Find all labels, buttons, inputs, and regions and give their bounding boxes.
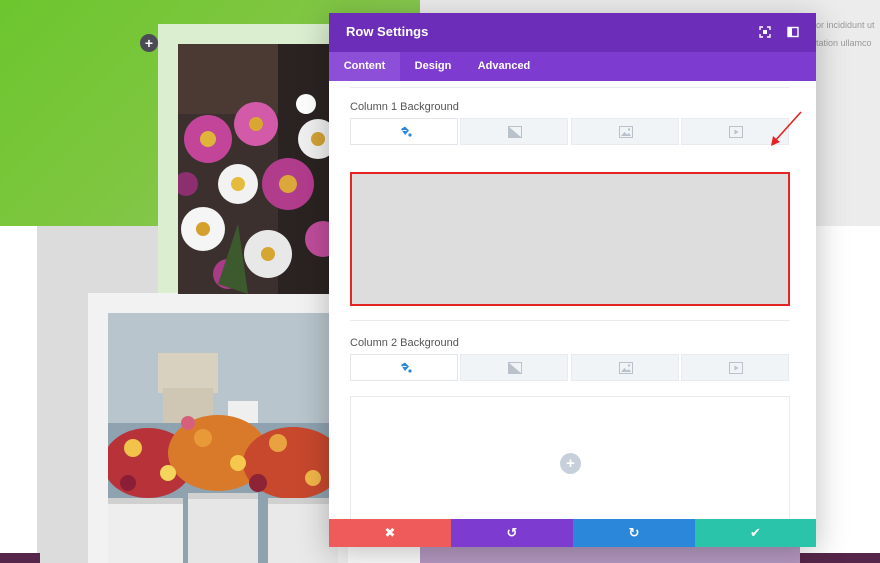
body-text-line: or incididunt ut — [816, 20, 875, 30]
modal-footer: ✖ ↺ ↻ ✔ — [329, 519, 816, 547]
modal-body: Column 1 Background Column 2 Background … — [329, 81, 816, 519]
flower-bouquet-image — [178, 44, 338, 294]
column-1-color-preview[interactable] — [350, 172, 790, 306]
footer-strip — [420, 547, 800, 563]
image-icon — [619, 362, 633, 374]
color-fill-icon — [401, 362, 412, 373]
annotation-arrow — [771, 111, 802, 146]
fullscreen-icon[interactable] — [759, 25, 773, 39]
footer-strip — [0, 553, 40, 563]
column-2-color-tab[interactable] — [350, 354, 458, 381]
body-text-snippet: or incididunt ut tation ullamco — [816, 16, 880, 52]
column-1-color-tab[interactable] — [350, 118, 458, 145]
video-icon — [729, 362, 743, 374]
tab-design[interactable]: Design — [400, 52, 466, 81]
column-1-background-label: Column 1 Background — [350, 101, 459, 113]
sidebar-toggle-icon[interactable] — [787, 25, 801, 39]
undo-button[interactable]: ↺ — [451, 519, 573, 547]
gradient-icon — [508, 126, 522, 138]
column-1-gradient-tab[interactable] — [460, 118, 568, 145]
section-divider — [350, 87, 790, 88]
flower-bouquet-illustration — [178, 44, 338, 294]
section-divider — [350, 320, 790, 321]
color-fill-icon — [401, 126, 412, 137]
save-button[interactable]: ✔ — [695, 519, 816, 547]
modal-tabs: Content Design Advanced — [329, 52, 816, 81]
column-2-video-tab[interactable] — [681, 354, 789, 381]
body-text-line: tation ullamco — [816, 38, 872, 48]
flower-buckets-image — [108, 313, 338, 563]
column-2-background-label: Column 2 Background — [350, 337, 459, 349]
image-icon — [619, 126, 633, 138]
discard-button[interactable]: ✖ — [329, 519, 451, 547]
add-row-button[interactable]: + — [140, 34, 158, 52]
column-2-gradient-tab[interactable] — [460, 354, 568, 381]
column-2-image-tab[interactable] — [571, 354, 679, 381]
column-1-image-tab[interactable] — [571, 118, 679, 145]
redo-button[interactable]: ↻ — [573, 519, 695, 547]
gradient-icon — [508, 362, 522, 374]
add-color-button[interactable]: + — [560, 453, 581, 474]
tab-content[interactable]: Content — [329, 52, 400, 81]
footer-strip — [800, 553, 880, 563]
row-settings-modal: Row Settings Content Design Advanced Col… — [329, 13, 816, 547]
column-2-color-preview[interactable]: + — [350, 396, 790, 519]
video-icon — [729, 126, 743, 138]
flower-buckets-illustration — [108, 313, 338, 563]
modal-title: Row Settings — [346, 24, 429, 39]
tab-advanced[interactable]: Advanced — [466, 52, 542, 81]
modal-header: Row Settings — [329, 13, 816, 52]
